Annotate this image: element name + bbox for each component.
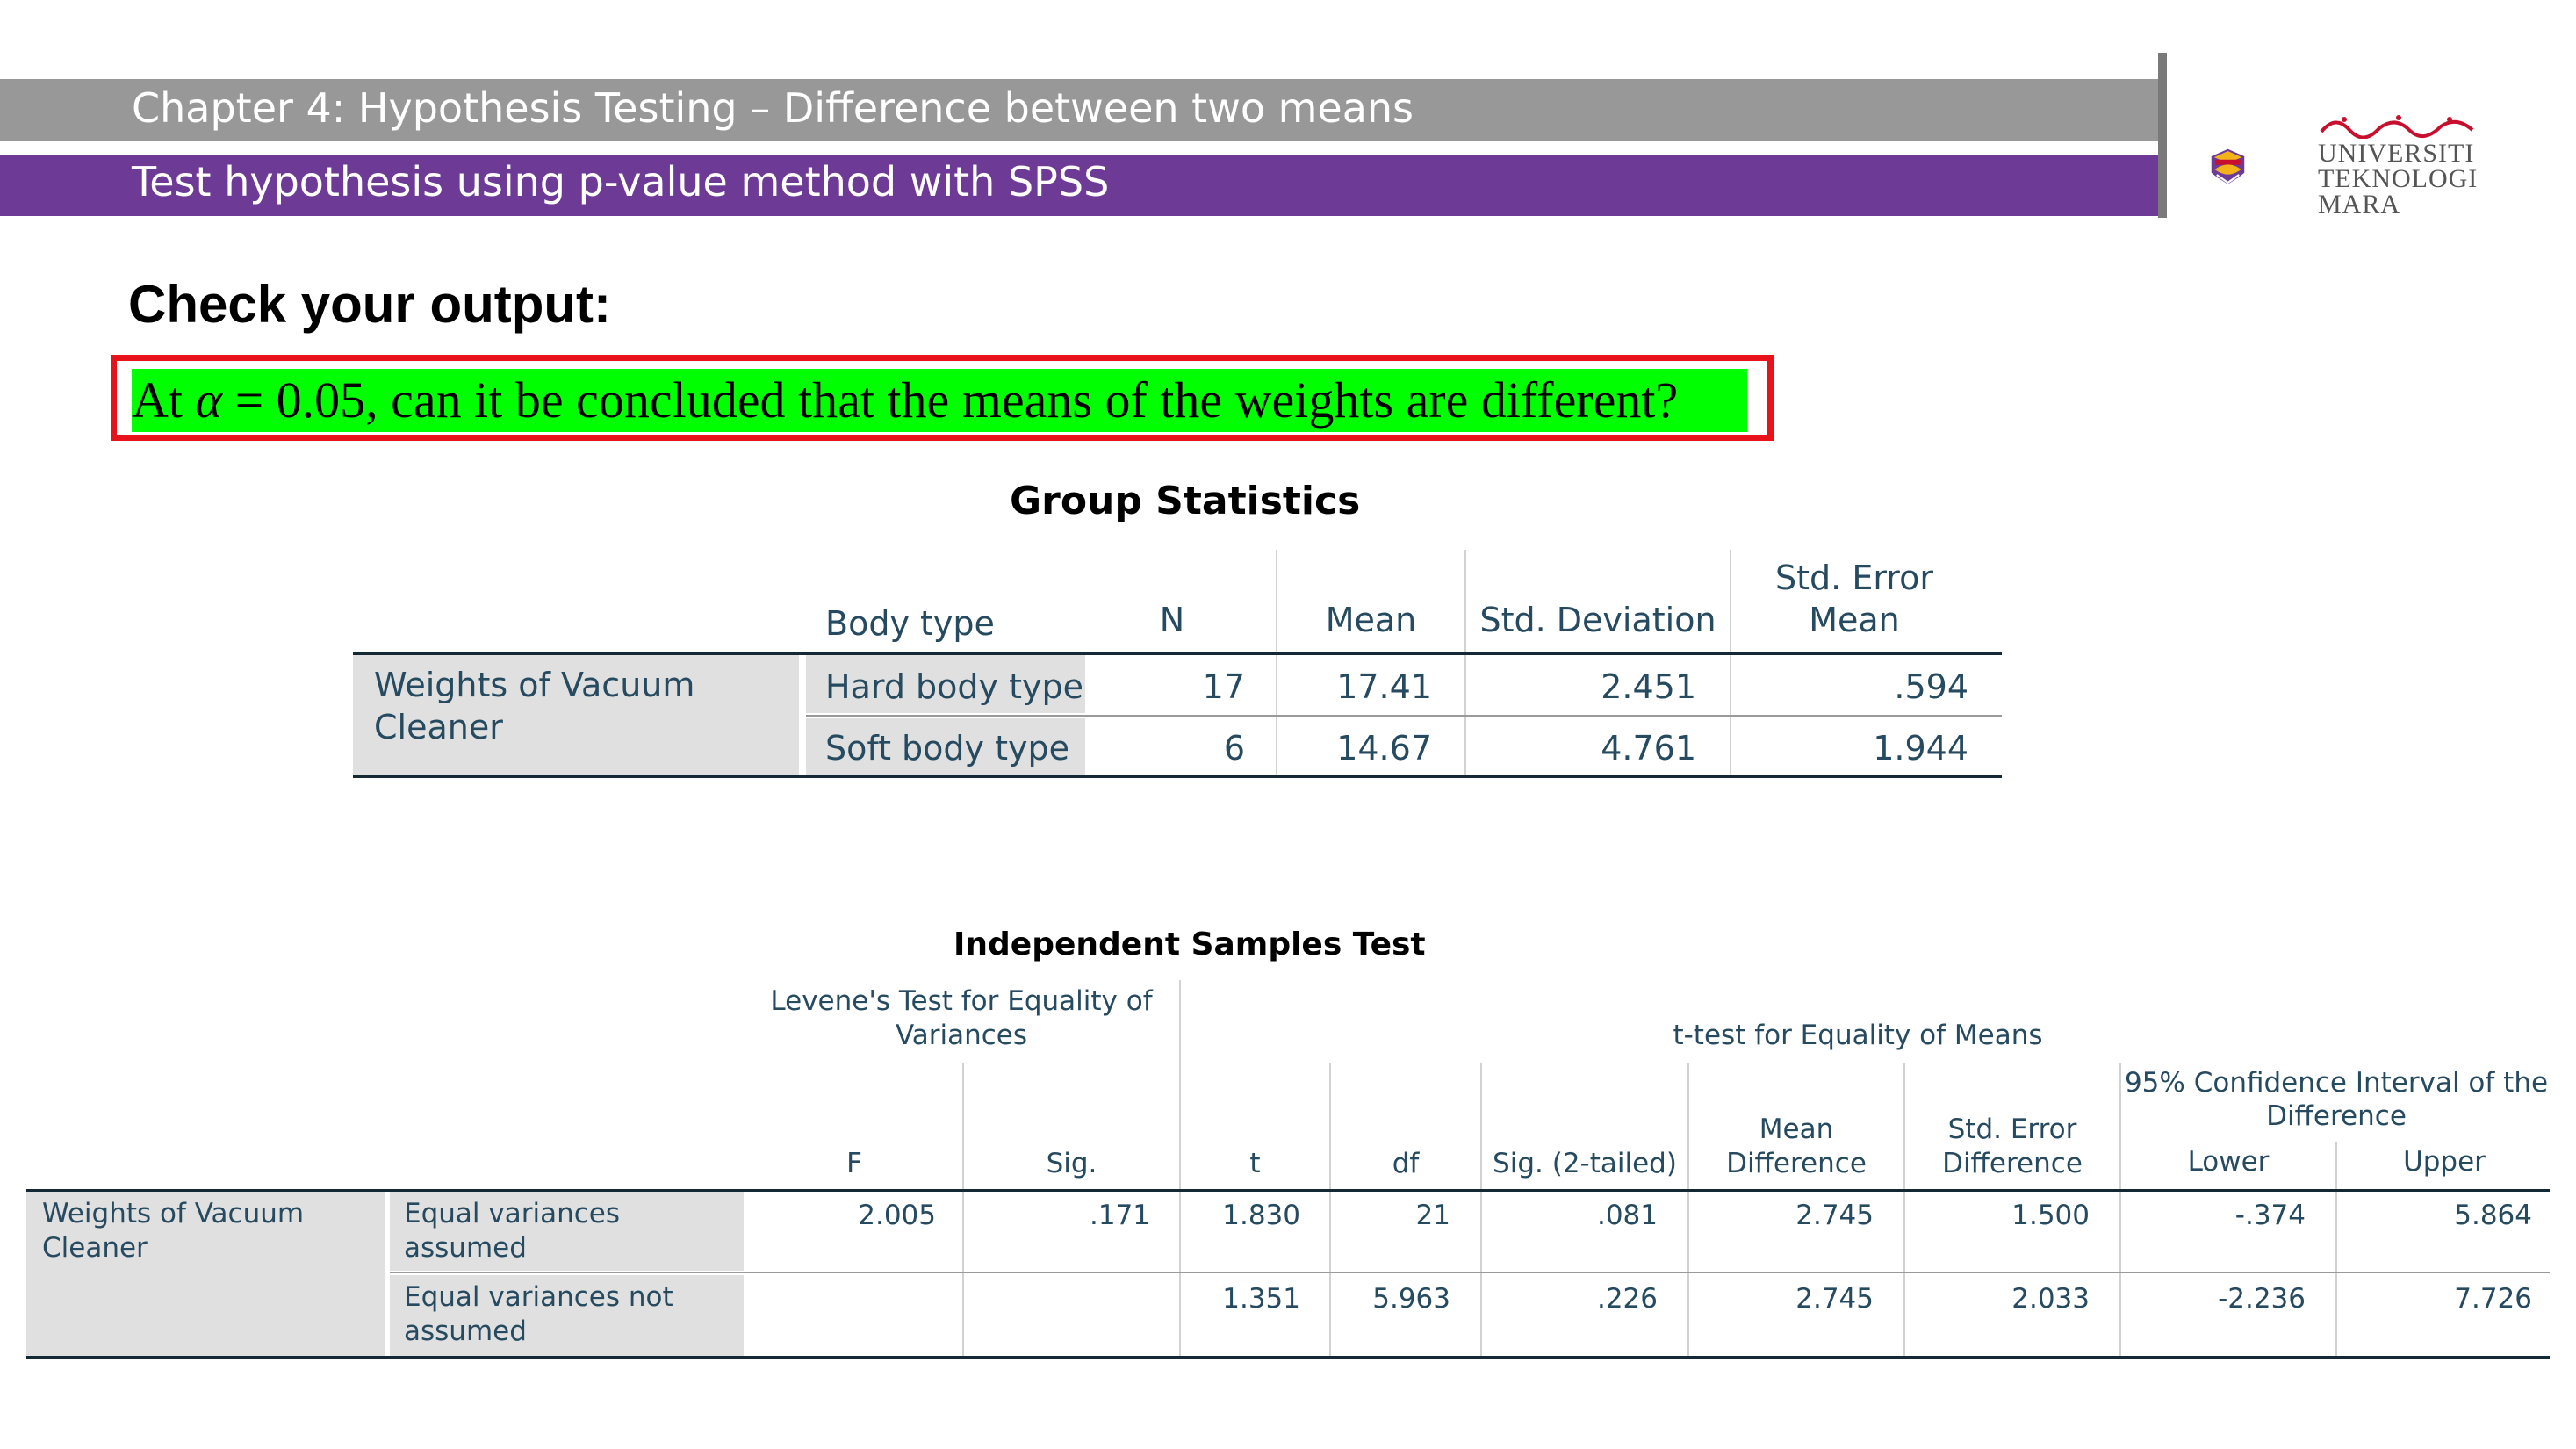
ind-test-title: Independent Samples Test (953, 926, 1426, 962)
university-name: UNIVERSITI TEKNOLOGI MARA (2318, 139, 2479, 219)
upper-value: 7.726 (2454, 1283, 2532, 1315)
se-value: 1.944 (1873, 729, 1968, 768)
sd-value: 2.451 (1601, 667, 1696, 706)
group-stats-title: Group Statistics (1010, 479, 1361, 523)
logo-line-3: MARA (2318, 190, 2401, 219)
ind-variable-label-2: Cleaner (42, 1232, 148, 1264)
col-header-mean: Mean (1325, 601, 1417, 639)
ci-header-1: 95% Confidence Interval of the (2124, 1067, 2549, 1099)
upper-value: 5.864 (2454, 1200, 2532, 1231)
mean-diff-value: 2.745 (1795, 1200, 1874, 1231)
question-text: At α = 0.05, can it be concluded that th… (132, 369, 1678, 432)
header-divider (2158, 53, 2167, 218)
col-header-upper: Upper (2403, 1146, 2486, 1178)
logo-line-2: TEKNOLOGI (2318, 164, 2479, 193)
mean-value: 17.41 (1336, 667, 1432, 706)
slide-subtitle: Test hypothesis using p-value method wit… (132, 158, 1110, 205)
question-pre: At (132, 371, 196, 429)
row-label-2: assumed (404, 1232, 527, 1264)
se-diff-value: 1.500 (2011, 1200, 2090, 1231)
row-label-1: Equal variances (404, 1198, 620, 1229)
se-diff-value: 2.033 (2011, 1283, 2090, 1315)
df-value: 5.963 (1372, 1283, 1450, 1315)
col-header-lower: Lower (2187, 1146, 2270, 1178)
mean-value: 14.67 (1336, 729, 1432, 768)
question-post: = 0.05, can it be concluded that the mea… (221, 371, 1679, 429)
jawi-script-icon (2320, 115, 2474, 139)
ci-header-2: Difference (2266, 1100, 2407, 1132)
df-value: 21 (1415, 1200, 1450, 1231)
col-header-df: df (1392, 1148, 1420, 1179)
mean-diff-value: 2.745 (1795, 1283, 1874, 1315)
n-value: 17 (1202, 667, 1245, 706)
lower-value: -.374 (2234, 1200, 2306, 1231)
col-header-body-type: Body type (825, 604, 995, 643)
col-header-f: F (846, 1148, 862, 1179)
col-header-mean-diff-1: Mean (1759, 1114, 1834, 1145)
ttest-header: t-test for Equality of Means (1673, 1020, 2043, 1051)
se-value: .594 (1894, 667, 1968, 706)
col-header-sig-2-tailed: Sig. (2-tailed) (1493, 1148, 1677, 1179)
levene-header-1: Levene's Test for Equality of (770, 985, 1153, 1017)
row-label-2: assumed (404, 1316, 527, 1347)
sig2-value: .226 (1596, 1283, 1658, 1315)
col-header-t: t (1249, 1148, 1261, 1179)
section-heading: Check your output: (128, 275, 611, 334)
col-header-se-diff-2: Difference (1942, 1148, 2083, 1179)
n-value: 6 (1223, 729, 1245, 768)
col-header-std-deviation: Std. Deviation (1479, 601, 1716, 639)
logo-line-1: UNIVERSITI (2318, 139, 2475, 168)
sd-value: 4.761 (1601, 729, 1696, 768)
col-header-sig: Sig. (1046, 1148, 1097, 1179)
col-header-se-diff-1: Std. Error (1947, 1114, 2077, 1145)
t-value: 1.351 (1222, 1283, 1300, 1315)
uitm-crest-icon (2211, 148, 2245, 187)
col-header-n: N (1159, 601, 1185, 639)
col-header-mean-diff-2: Difference (1726, 1148, 1867, 1179)
col-header-se-1: Std. Error (1775, 559, 1933, 597)
row-label-1: Equal variances not (404, 1281, 673, 1313)
lower-value: -2.236 (2218, 1283, 2306, 1315)
ind-variable-label-1: Weights of Vacuum (42, 1198, 305, 1229)
sig2-value: .081 (1596, 1200, 1658, 1231)
col-header-se-2: Mean (1809, 601, 1900, 639)
group-label: Hard body type (825, 667, 1083, 706)
alpha-symbol: α (195, 371, 222, 429)
group-label: Soft body type (825, 729, 1070, 768)
chapter-title: Chapter 4: Hypothesis Testing – Differen… (132, 84, 1414, 132)
sig-value: .171 (1089, 1200, 1150, 1231)
variable-label-2: Cleaner (374, 708, 503, 746)
f-value: 2.005 (858, 1200, 936, 1231)
variable-label-1: Weights of Vacuum (374, 666, 695, 704)
levene-header-2: Variances (895, 1020, 1028, 1051)
t-value: 1.830 (1222, 1200, 1300, 1231)
